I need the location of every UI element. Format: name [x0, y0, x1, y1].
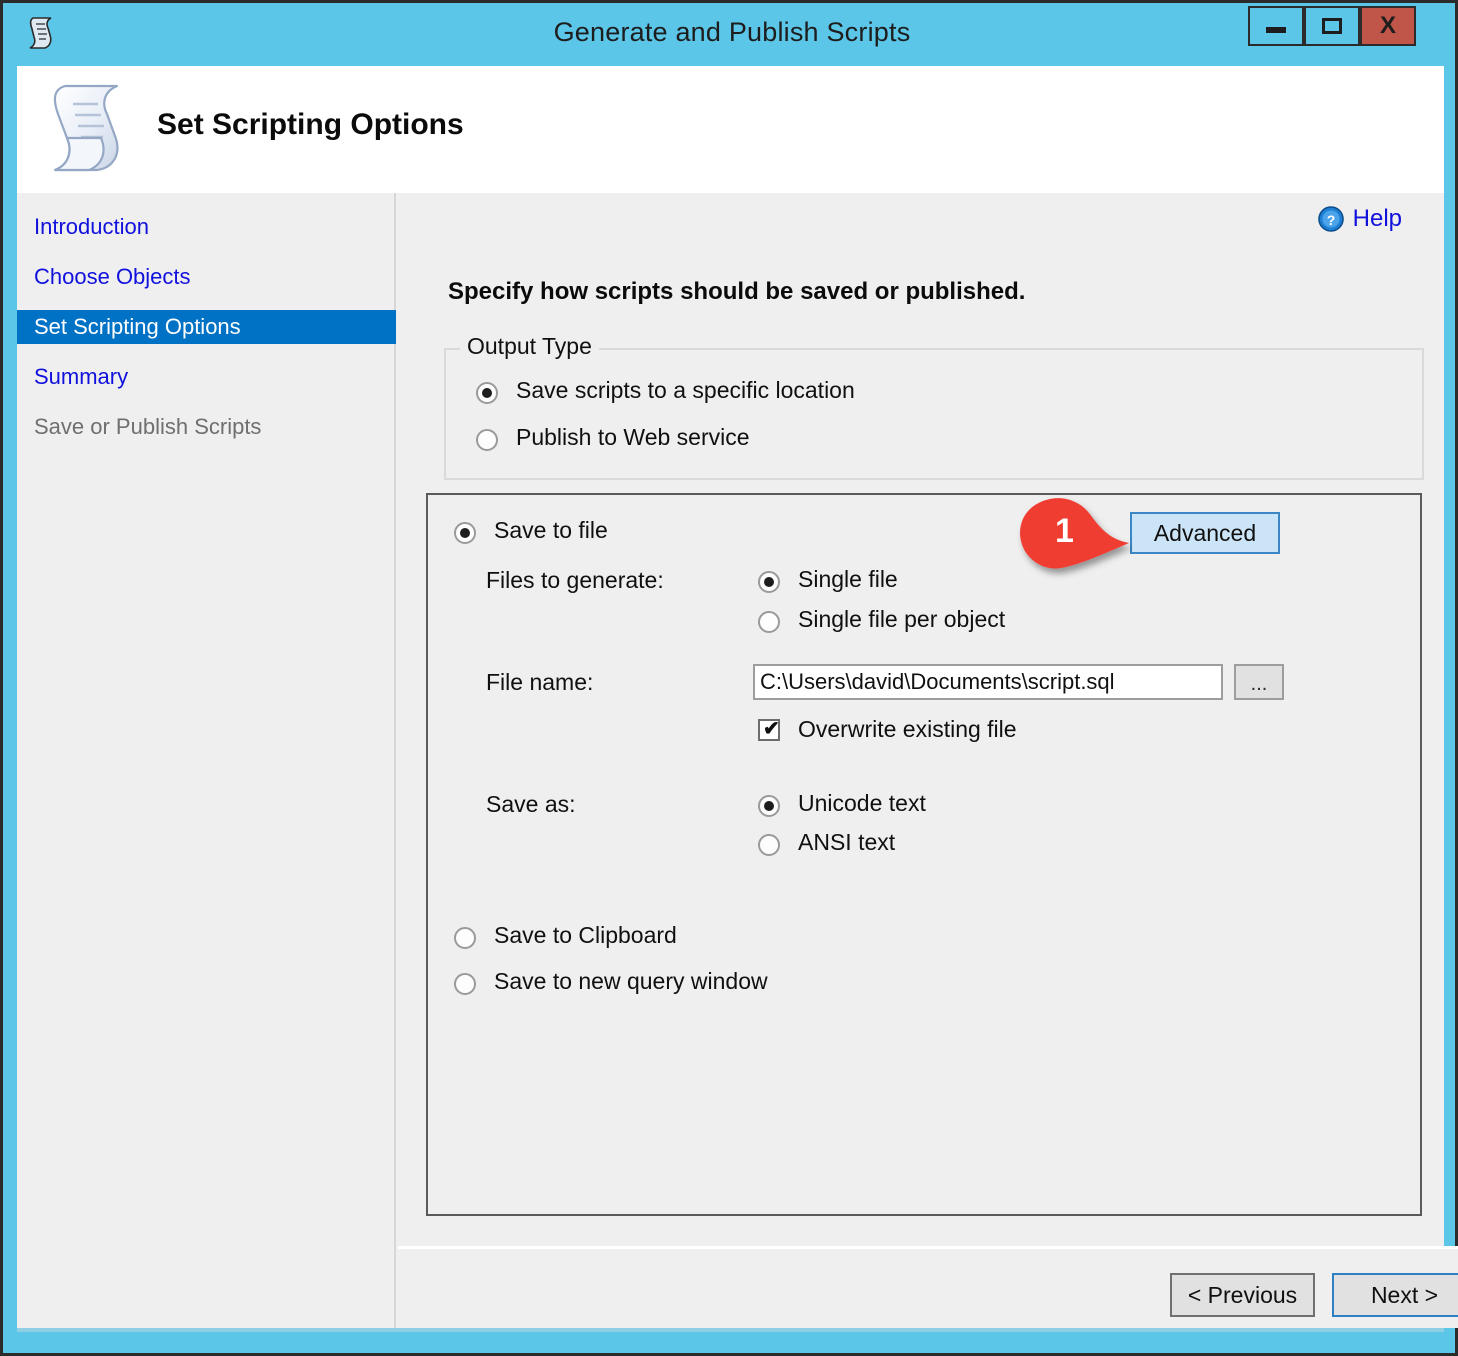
check-icon: ✔ — [763, 718, 780, 740]
radio-unicode-text[interactable] — [758, 795, 780, 817]
sidebar-item-introduction[interactable]: Introduction — [17, 210, 396, 244]
dialog-footer: < Previous Next > Finish Cancel — [398, 1249, 1458, 1328]
browse-button[interactable]: ... — [1234, 664, 1284, 700]
radio-save-to-file[interactable] — [454, 522, 476, 544]
label-publish-to-web-service[interactable]: Publish to Web service — [516, 424, 750, 451]
radio-save-to-clipboard[interactable] — [454, 927, 476, 949]
label-save-to-file[interactable]: Save to file — [494, 517, 608, 544]
next-button[interactable]: Next > — [1332, 1273, 1458, 1317]
output-type-groupbox: Output Type Save scripts to a specific l… — [444, 333, 1424, 480]
page-header: Set Scripting Options — [17, 66, 1444, 193]
title-bar: Generate and Publish Scripts X — [3, 3, 1455, 66]
sidebar-item-label: Set Scripting Options — [34, 314, 241, 339]
label-save-to-new-query-window[interactable]: Save to new query window — [494, 968, 768, 995]
label-save-scripts-to-location[interactable]: Save scripts to a specific location — [516, 377, 855, 404]
help-label: Help — [1352, 205, 1402, 232]
window-bottom-strip — [17, 1328, 1444, 1332]
dialog-window: Generate and Publish Scripts X Set Scrip… — [0, 0, 1458, 1356]
radio-single-file[interactable] — [758, 571, 780, 593]
label-save-as: Save as: — [486, 791, 576, 817]
label-single-file-per-object[interactable]: Single file per object — [798, 606, 1005, 633]
script-scroll-icon — [53, 84, 119, 172]
radio-save-scripts-to-location[interactable] — [476, 382, 498, 404]
maximize-icon — [1322, 18, 1342, 34]
sidebar-item-label: Choose Objects — [34, 264, 191, 289]
dialog-body: Introduction Choose Objects Set Scriptin… — [17, 193, 1458, 1328]
advanced-button[interactable]: Advanced — [1130, 512, 1280, 554]
sidebar-item-label: Summary — [34, 364, 129, 389]
radio-save-to-new-query-window[interactable] — [454, 973, 476, 995]
save-options-panel: Save to file Advanced Files to generate:… — [426, 493, 1422, 1216]
radio-ansi-text[interactable] — [758, 834, 780, 856]
checkbox-overwrite-existing-file[interactable]: ✔ — [758, 718, 780, 741]
wizard-steps-sidebar: Introduction Choose Objects Set Scriptin… — [17, 193, 396, 1328]
radio-single-file-per-object[interactable] — [758, 611, 780, 633]
minimize-button[interactable] — [1248, 6, 1304, 46]
svg-text:?: ? — [1326, 212, 1335, 228]
sidebar-item-choose-objects[interactable]: Choose Objects — [17, 260, 396, 294]
window-title: Generate and Publish Scripts — [553, 17, 911, 47]
help-link[interactable]: ? Help — [1317, 205, 1402, 233]
label-ansi-text[interactable]: ANSI text — [798, 829, 895, 856]
label-files-to-generate: Files to generate: — [486, 567, 664, 593]
sidebar-item-summary[interactable]: Summary — [17, 360, 396, 394]
file-name-input[interactable] — [753, 664, 1223, 700]
label-save-to-clipboard[interactable]: Save to Clipboard — [494, 922, 677, 949]
help-question-icon: ? — [1317, 206, 1344, 232]
label-file-name: File name: — [486, 669, 594, 695]
previous-button[interactable]: < Previous — [1170, 1273, 1315, 1317]
label-single-file[interactable]: Single file — [798, 566, 898, 593]
close-button[interactable]: X — [1360, 6, 1416, 46]
sidebar-item-set-scripting-options[interactable]: Set Scripting Options — [17, 310, 396, 344]
instruction-text: Specify how scripts should be saved or p… — [448, 278, 1026, 305]
label-unicode-text[interactable]: Unicode text — [798, 790, 926, 817]
minimize-icon — [1266, 27, 1286, 33]
maximize-button[interactable] — [1304, 6, 1360, 46]
sidebar-item-label: Save or Publish Scripts — [34, 414, 262, 439]
radio-publish-to-web-service[interactable] — [476, 429, 498, 451]
close-icon: X — [1379, 12, 1396, 39]
page-title: Set Scripting Options — [157, 108, 464, 141]
content-pane: ? Help Specify how scripts should be sav… — [398, 193, 1458, 1328]
output-type-legend: Output Type — [460, 333, 599, 360]
sidebar-item-save-or-publish-scripts: Save or Publish Scripts — [17, 410, 396, 444]
label-overwrite-existing-file[interactable]: Overwrite existing file — [798, 716, 1017, 743]
sidebar-item-label: Introduction — [34, 214, 149, 239]
